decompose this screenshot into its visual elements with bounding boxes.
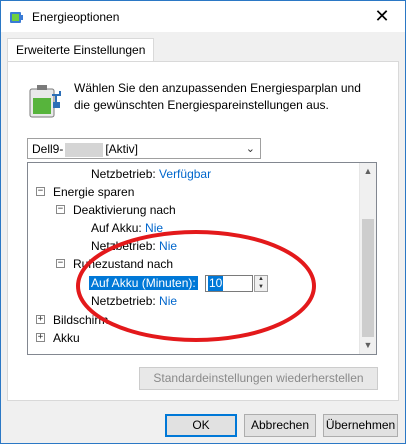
- plan-status: [Aktiv]: [105, 142, 139, 156]
- tree-item-battery[interactable]: Auf Akku: Nie: [91, 219, 163, 237]
- settings-tree[interactable]: Netzbetrieb: Verfügbar − Energie sparen …: [27, 162, 377, 355]
- close-icon: ✕: [374, 6, 390, 26]
- close-button[interactable]: ✕: [359, 1, 405, 32]
- collapse-icon[interactable]: −: [56, 205, 65, 214]
- minutes-value: 10: [208, 276, 224, 291]
- battery-power-icon: [29, 85, 61, 118]
- tree-item-hibernate-battery[interactable]: Auf Akku (Minuten): 10 ▲ ▼: [89, 274, 339, 292]
- window-title: Energieoptionen: [32, 10, 120, 24]
- plan-select-value: Dell9- [Aktiv]: [32, 142, 138, 157]
- redacted-block: [65, 142, 104, 157]
- header-description: Wählen Sie den anzupassenden Energiespar…: [74, 81, 361, 112]
- cancel-button[interactable]: Abbrechen: [244, 414, 316, 437]
- minutes-input[interactable]: 10: [205, 275, 253, 292]
- ok-button[interactable]: OK: [165, 414, 237, 437]
- power-plan-dropdown[interactable]: Dell9- [Aktiv] ⌄: [27, 138, 261, 159]
- plan-name: Dell9-: [32, 142, 64, 156]
- setting-value-link[interactable]: Nie: [159, 239, 177, 253]
- tab-strip: Erweiterte Einstellungen: [1, 32, 405, 63]
- collapse-icon[interactable]: −: [56, 259, 65, 268]
- tree-item-hibernate-after[interactable]: − Ruhezustand nach: [56, 255, 173, 273]
- tree-item-sleep[interactable]: − Energie sparen: [36, 183, 134, 201]
- selected-setting-label: Auf Akku (Minuten):: [89, 276, 198, 290]
- collapse-icon[interactable]: −: [36, 187, 45, 196]
- tree-item-turn-off-after[interactable]: − Deaktivierung nach: [56, 201, 176, 219]
- tree-item-plugged-in[interactable]: Netzbetrieb: Nie: [91, 237, 177, 255]
- tree-item-hibernate-ac[interactable]: Netzbetrieb: Nie: [91, 292, 177, 310]
- tree-item-battery-group[interactable]: + Akku: [36, 329, 80, 347]
- scroll-down-icon[interactable]: ▼: [360, 337, 376, 354]
- tree-item-standby-ac[interactable]: Netzbetrieb: Verfügbar: [91, 165, 211, 183]
- battery-plug-icon: [10, 12, 23, 23]
- apply-button[interactable]: Übernehmen: [323, 414, 398, 437]
- expand-icon[interactable]: +: [36, 333, 45, 342]
- tree-item-display[interactable]: + Bildschirm: [36, 311, 108, 329]
- tree-scrollbar[interactable]: ▲ ▼: [359, 163, 376, 354]
- setting-value-link[interactable]: Nie: [145, 221, 163, 235]
- setting-value-link[interactable]: Nie: [159, 294, 177, 308]
- chevron-down-icon: ⌄: [245, 143, 255, 155]
- energy-options-window: Energieoptionen ✕ Erweiterte Einstellung…: [0, 0, 406, 444]
- scroll-up-icon[interactable]: ▲: [360, 163, 376, 180]
- spin-up-icon[interactable]: ▲: [255, 276, 267, 283]
- title-bar: Energieoptionen ✕: [1, 1, 405, 32]
- scrollbar-thumb[interactable]: [362, 219, 374, 337]
- spin-down-icon[interactable]: ▼: [255, 284, 267, 291]
- restore-defaults-button[interactable]: Standardeinstellungen wiederherstellen: [139, 367, 378, 390]
- tab-advanced-settings[interactable]: Erweiterte Einstellungen: [7, 38, 155, 63]
- minutes-spinner[interactable]: ▲ ▼: [254, 275, 268, 292]
- setting-value-link[interactable]: Verfügbar: [159, 167, 211, 181]
- expand-icon[interactable]: +: [36, 315, 45, 324]
